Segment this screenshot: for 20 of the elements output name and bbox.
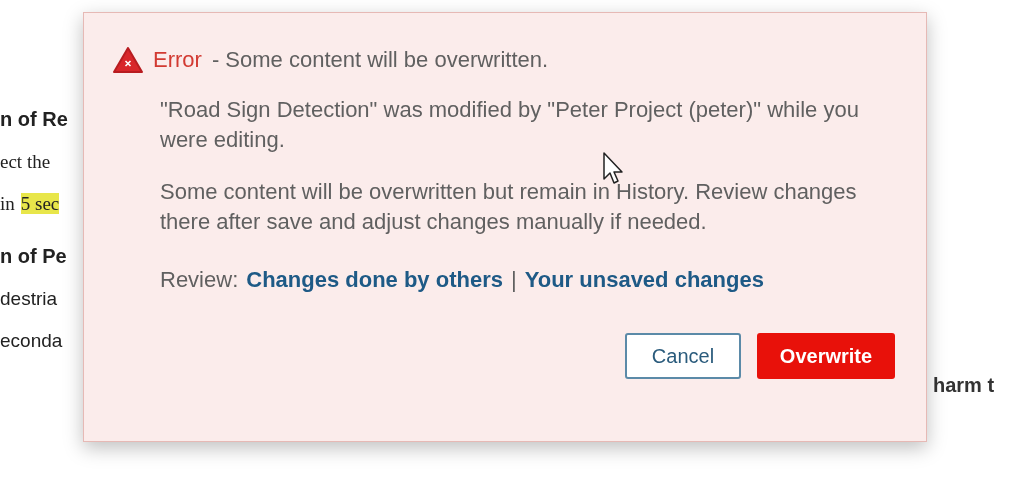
page-text: n of Pe <box>0 245 67 267</box>
cancel-button[interactable]: Cancel <box>625 333 741 379</box>
page-text: ect the <box>0 151 51 172</box>
highlighted-text: 5 sec <box>20 193 60 214</box>
page-text: n of Re <box>0 108 68 130</box>
page-text: harm t <box>933 374 995 396</box>
page-text: in <box>0 193 15 214</box>
link-separator: | <box>510 267 517 293</box>
message-paragraph: Some content will be overwritten but remain in History. Review changes there after save and adjust changes manually if needed. <box>160 178 858 236</box>
review-link[interactable]: Changes done by others <box>246 267 503 293</box>
overwrite-button[interactable]: Overwrite <box>757 333 895 379</box>
error-message: - Some content will be overwritten. <box>211 47 549 73</box>
page-text: destria <box>0 288 58 309</box>
error-label: Error <box>153 47 202 73</box>
page-text: econda <box>0 330 63 351</box>
message-paragraph: "Road Sign Detection" was modified by "Peter Project (peter)" while you were editing. <box>160 96 860 154</box>
mouse-pointer-icon <box>602 151 626 185</box>
review-label: Review: <box>160 267 239 293</box>
error-icon <box>113 47 143 73</box>
review-link[interactable]: Your unsaved changes <box>524 267 764 293</box>
